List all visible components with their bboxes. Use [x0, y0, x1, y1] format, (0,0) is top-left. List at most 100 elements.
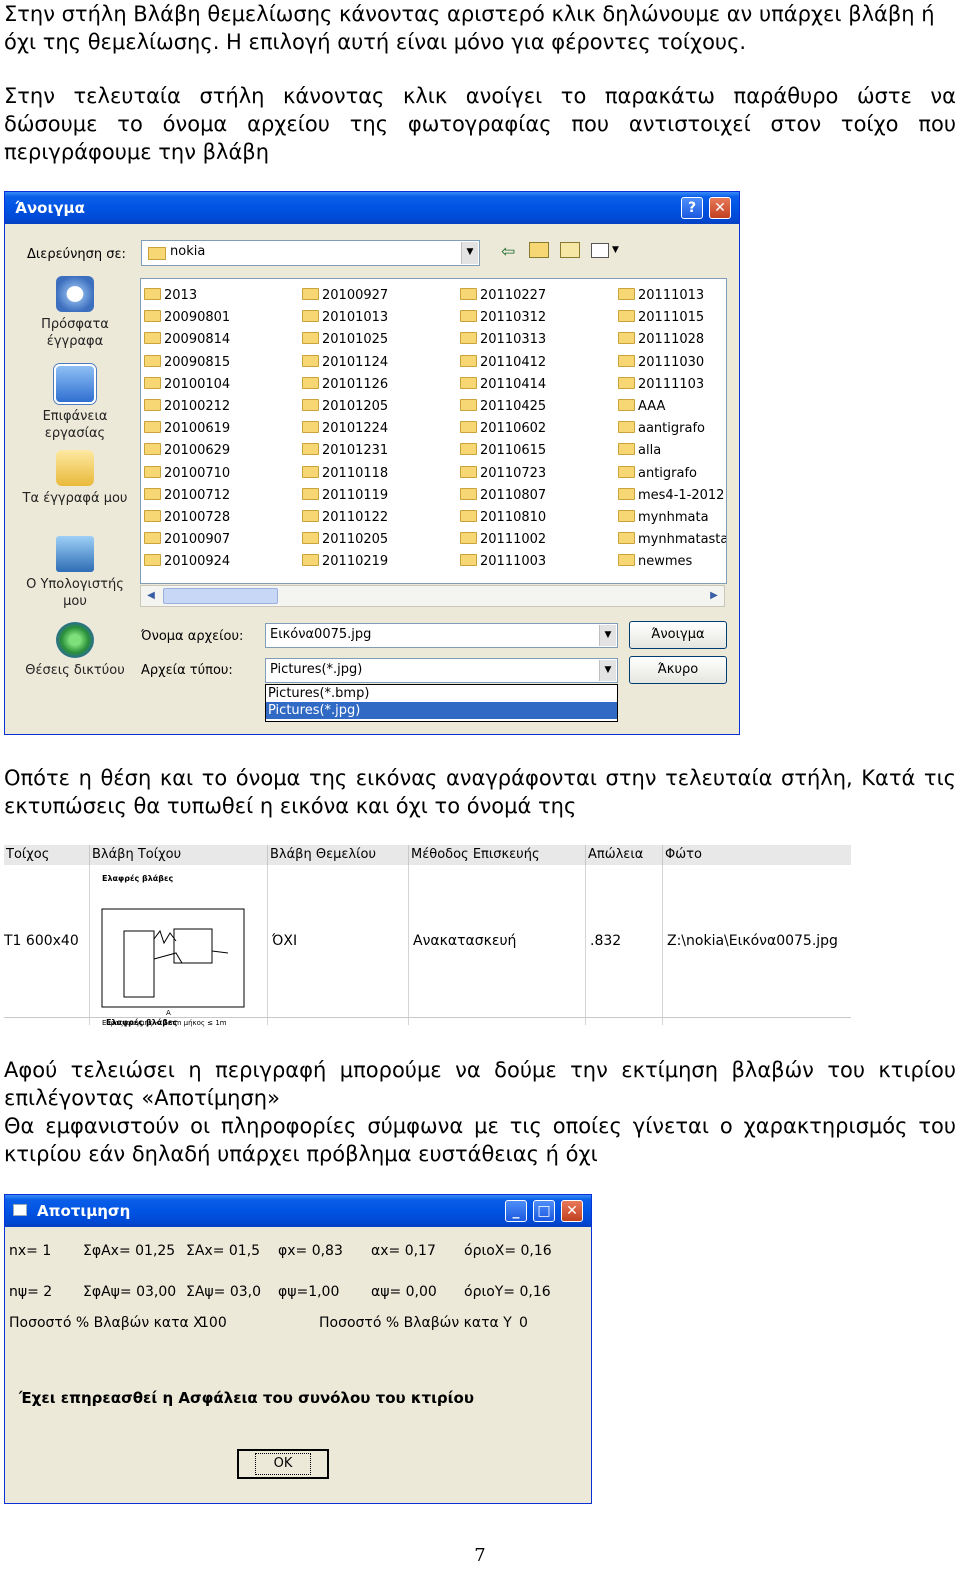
folder-item[interactable]: 20100212	[144, 396, 302, 418]
folder-item[interactable]: 20110602	[460, 418, 618, 440]
folder-item[interactable]: 20111013	[618, 285, 726, 307]
folder-item[interactable]: antigrafo	[618, 463, 726, 485]
place-network[interactable]: Θέσεις δικτύου	[15, 622, 135, 679]
place-my-computer[interactable]: Ο Υπολογιστής μου	[15, 536, 135, 610]
folder-item[interactable]: 20100712	[144, 485, 302, 507]
folder-item[interactable]: 20101224	[302, 418, 460, 440]
cancel-button[interactable]: Άκυρο	[629, 656, 727, 684]
new-folder-icon[interactable]	[560, 242, 580, 258]
folder-name: 20090801	[164, 310, 231, 326]
folder-item[interactable]: 20100629	[144, 440, 302, 462]
folder-column-2: 20100927 20101013 20101025 20101124 20101126…	[302, 285, 460, 573]
folder-name: 20110122	[322, 509, 389, 525]
look-in-dropdown[interactable]: nokia ▼	[141, 240, 480, 266]
scroll-thumb[interactable]	[163, 588, 278, 604]
filename-input[interactable]: Εικόνα0075.jpg ▼	[265, 623, 618, 648]
folder-item[interactable]: 20090814	[144, 329, 302, 351]
view-menu-icon[interactable]	[591, 243, 609, 258]
folder-name: 20110807	[480, 487, 547, 503]
cell-photo[interactable]: Z:\nokia\Εικόνα0075.jpg	[663, 865, 851, 1025]
folder-item[interactable]: 20100924	[144, 551, 302, 573]
folder-item[interactable]: 20101205	[302, 396, 460, 418]
intro-paragraph-2: Στην τελευταία στήλη κάνοντας κλικ ανοίγ…	[4, 82, 956, 166]
folder-name: 2013	[164, 288, 198, 303]
folder-item[interactable]: 20110313	[460, 329, 618, 351]
folder-item[interactable]: mynhmatasta	[618, 529, 726, 551]
folder-item[interactable]: alla	[618, 440, 726, 462]
folder-item[interactable]: 20111103	[618, 374, 726, 396]
folder-item[interactable]: 20100104	[144, 374, 302, 396]
back-icon[interactable]: ⇦	[501, 242, 515, 262]
scroll-left-icon[interactable]: ◀	[143, 588, 159, 604]
filetype-option[interactable]: Pictures(*.bmp)	[266, 685, 617, 702]
folder-item[interactable]: 20110227	[460, 285, 618, 307]
folder-item[interactable]: 20090815	[144, 352, 302, 374]
cell-wall-damage-sketch[interactable]: Ελαφρές βλάβες A Εύρος ρωγμής < 1mm μήκο…	[90, 865, 268, 1027]
folder-item[interactable]: 2013	[144, 285, 302, 307]
cell-foundation-damage[interactable]: ΌΧΙ	[268, 865, 409, 1025]
cell-loss[interactable]: .832	[586, 865, 663, 1025]
filetype-dropdown[interactable]: Pictures(*.jpg) ▼	[265, 658, 618, 683]
folder-item[interactable]: 20101231	[302, 440, 460, 462]
folder-item[interactable]: 20110615	[460, 440, 618, 462]
cell-wall[interactable]: Τ1 600x40	[4, 865, 90, 1025]
view-menu-chevron-icon[interactable]: ▼	[612, 245, 619, 255]
folder-item[interactable]: mes4-1-2012	[618, 485, 726, 507]
cell-repair-method[interactable]: Ανακατασκευή	[409, 865, 586, 1025]
folder-item[interactable]: 20110118	[302, 463, 460, 485]
folder-item[interactable]: 20110425	[460, 396, 618, 418]
folder-item[interactable]: 20110122	[302, 507, 460, 529]
folder-item[interactable]: 20110807	[460, 485, 618, 507]
help-button[interactable]: ?	[681, 197, 703, 219]
folder-icon	[302, 354, 319, 367]
folder-item[interactable]: 20110219	[302, 551, 460, 573]
folder-item[interactable]: 20100927	[302, 285, 460, 307]
folder-name: AAA	[638, 398, 666, 414]
open-button[interactable]: Άνοιγμα	[629, 621, 727, 649]
folder-name: 20101205	[322, 398, 389, 414]
scroll-right-icon[interactable]: ▶	[706, 588, 722, 604]
folder-item[interactable]: 20110723	[460, 463, 618, 485]
folder-item[interactable]: 20101126	[302, 374, 460, 396]
folder-item[interactable]: 20100728	[144, 507, 302, 529]
folder-item[interactable]: 20110412	[460, 352, 618, 374]
sax-value: ΣΑx= 01,5	[186, 1243, 261, 1259]
folder-item[interactable]: 20110205	[302, 529, 460, 551]
filetype-option-selected[interactable]: Pictures(*.jpg)	[266, 702, 617, 719]
folder-list[interactable]: 2013 20090801 20090814 20090815 20100104 2010…	[140, 278, 727, 584]
folder-item[interactable]: 20101013	[302, 307, 460, 329]
folder-item[interactable]: 20090801	[144, 307, 302, 329]
ok-button[interactable]: OK	[237, 1449, 329, 1479]
folder-item[interactable]: 20101124	[302, 352, 460, 374]
folder-item[interactable]: 20111028	[618, 329, 726, 351]
folder-item[interactable]: aantigrafo	[618, 418, 726, 440]
folder-item[interactable]: 20110312	[460, 307, 618, 329]
place-recent[interactable]: Πρόσφατα έγγραφα	[15, 276, 135, 350]
folder-item[interactable]: 20111015	[618, 307, 726, 329]
up-folder-icon[interactable]	[529, 242, 549, 258]
folder-item[interactable]: 20110810	[460, 507, 618, 529]
folder-item[interactable]: mynhmata	[618, 507, 726, 529]
folder-item[interactable]: 20100710	[144, 463, 302, 485]
chevron-down-icon[interactable]: ▼	[461, 242, 478, 264]
folder-icon	[148, 247, 166, 260]
folder-item[interactable]: 20110119	[302, 485, 460, 507]
folder-item[interactable]: 20111003	[460, 551, 618, 573]
maximize-button[interactable]: □	[533, 1200, 555, 1222]
folder-item[interactable]: 20100907	[144, 529, 302, 551]
folder-item[interactable]: newmes	[618, 551, 726, 573]
assessment-close-button[interactable]: ✕	[561, 1200, 583, 1222]
minimize-button[interactable]: _	[505, 1200, 527, 1222]
folder-item[interactable]: AAA	[618, 396, 726, 418]
filetype-chevron-icon[interactable]: ▼	[599, 660, 616, 681]
place-desktop[interactable]: Επιφάνεια εργασίας	[15, 364, 135, 442]
folder-item[interactable]: 20111030	[618, 352, 726, 374]
place-my-documents[interactable]: Τα έγγραφά μου	[15, 450, 135, 507]
horizontal-scrollbar[interactable]: ◀ ▶	[140, 585, 725, 607]
folder-item[interactable]: 20111002	[460, 529, 618, 551]
folder-item[interactable]: 20110414	[460, 374, 618, 396]
filename-chevron-icon[interactable]: ▼	[599, 625, 616, 646]
folder-item[interactable]: 20100619	[144, 418, 302, 440]
close-button[interactable]: ✕	[709, 197, 731, 219]
folder-item[interactable]: 20101025	[302, 329, 460, 351]
